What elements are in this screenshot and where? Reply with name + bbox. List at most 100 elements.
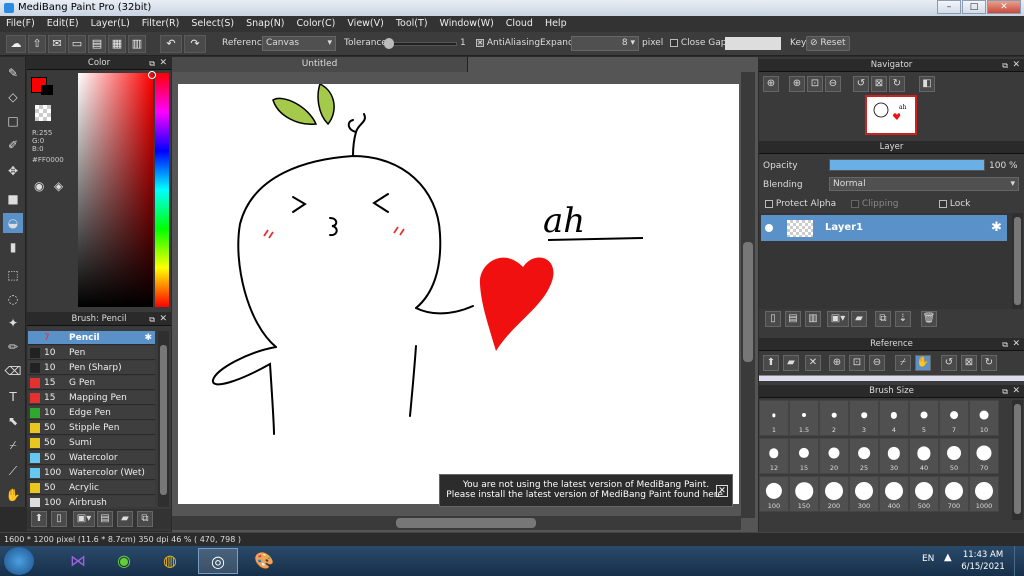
reference-folder-icon[interactable]: ▰ (783, 355, 799, 371)
secondary-color-swatch[interactable] (41, 85, 53, 95)
eyedropper-tool-icon[interactable]: ⌿ (3, 435, 23, 455)
comment-icon[interactable]: ✉ (48, 35, 66, 53)
reference-fit-icon[interactable]: ⊡ (849, 355, 865, 371)
brush-item[interactable]: 10 Pen (28, 346, 155, 360)
expand-stepper[interactable]: 8 ▾ (571, 36, 639, 51)
flip-icon[interactable]: ◧ (919, 76, 935, 92)
brush-item[interactable]: 15 G Pen (28, 376, 155, 390)
move-tool-icon[interactable]: ✥ (3, 161, 23, 181)
menu-layer[interactable]: Layer(L) (85, 16, 136, 32)
canvas[interactable]: ah (178, 82, 739, 504)
brush-size-option[interactable]: 4 (879, 400, 909, 436)
popout-icon[interactable]: ⧉ (149, 57, 155, 70)
brush-item[interactable]: 50 Acrylic (28, 481, 155, 495)
duplicate-layer-icon[interactable]: ⧉ (875, 311, 891, 327)
brush-item[interactable]: 50 Stipple Pen (28, 421, 155, 435)
layer-row[interactable]: Layer1 ✱ (761, 215, 1007, 241)
close-icon[interactable]: ✕ (159, 57, 167, 70)
blending-select[interactable]: Normal ▾ (829, 177, 1019, 191)
brush-size-option[interactable]: 300 (849, 476, 879, 512)
tolerance-slider-thumb[interactable] (384, 38, 394, 49)
operation-tool-icon[interactable]: ⬉ (3, 411, 23, 431)
navigator-preview[interactable]: ah (865, 95, 917, 135)
menu-view[interactable]: View(V) (341, 16, 389, 32)
reference-eyedropper-icon[interactable]: ⌿ (895, 355, 911, 371)
brush-size-option[interactable]: 12 (759, 438, 789, 474)
close-icon[interactable]: ✕ (1012, 385, 1020, 398)
show-desktop-button[interactable] (1014, 546, 1024, 576)
text-tool-icon[interactable]: T (3, 387, 23, 407)
medibang-icon[interactable]: ◎ (198, 548, 238, 574)
brush-item[interactable]: 100 Watercolor (Wet) (28, 466, 155, 480)
add-brush-icon[interactable]: ⬆ (31, 511, 47, 527)
popout-icon[interactable]: ⧉ (1002, 59, 1008, 72)
color-cursor[interactable] (148, 71, 156, 79)
menu-color[interactable]: Color(C) (291, 16, 342, 32)
cloud-icon[interactable]: ☁ (6, 35, 26, 53)
horizontal-scroll-thumb[interactable] (396, 518, 536, 528)
brush-settings-icon[interactable]: ▤ (97, 511, 113, 527)
close-icon[interactable]: ✕ (1012, 338, 1020, 351)
reset-button[interactable]: ⊘ Reset (806, 36, 850, 51)
brush-tool-icon[interactable]: ✎ (3, 63, 23, 83)
brush-size-option[interactable]: 5 (909, 400, 939, 436)
new-layer-icon[interactable]: ▯ (765, 311, 781, 327)
close-gaps-toggle[interactable]: Close Gaps (670, 38, 731, 48)
brush-size-option[interactable]: 70 (969, 438, 999, 474)
brush-size-option[interactable]: 500 (909, 476, 939, 512)
visual-studio-icon[interactable]: ⋈ (58, 548, 98, 574)
saturation-value-picker[interactable] (78, 73, 153, 307)
tolerance-slider[interactable] (385, 42, 457, 46)
add-menu-icon[interactable]: ▣▾ (73, 511, 95, 527)
close-gaps-slider[interactable] (725, 37, 781, 50)
language-indicator[interactable]: EN (922, 554, 934, 564)
reference-zoom-in-icon[interactable]: ⊕ (829, 355, 845, 371)
brush-size-option[interactable]: 50 (939, 438, 969, 474)
eye-icon[interactable] (765, 224, 773, 232)
rotate-left-icon[interactable]: ↺ (853, 76, 869, 92)
lock-toggle[interactable]: Lock (939, 199, 970, 209)
brush-size-option[interactable]: 1000 (969, 476, 999, 512)
select-eraser-tool-icon[interactable]: ⌫ (3, 361, 23, 381)
reference-close-icon[interactable]: ✕ (805, 355, 821, 371)
reference-view[interactable] (759, 375, 1024, 381)
layer-settings-gear-icon[interactable]: ✱ (991, 220, 1002, 235)
brush-item[interactable]: 50 Watercolor (28, 451, 155, 465)
new-8bit-layer-icon[interactable]: ▥ (805, 311, 821, 327)
zoom-fit-icon[interactable]: ⊕ (763, 76, 779, 92)
pen-tool-icon[interactable]: ✐ (3, 135, 23, 155)
brush-item[interactable]: 100 Airbrush (28, 496, 155, 507)
maximize-button[interactable]: □ (962, 0, 986, 14)
materials-icon[interactable]: ▦ (108, 35, 126, 53)
reference-select[interactable]: Canvas ▾ (262, 36, 336, 51)
reference-rotate-left-icon[interactable]: ↺ (941, 355, 957, 371)
brush-size-option[interactable]: 100 (759, 476, 789, 512)
brush-settings-gear-icon[interactable]: ✱ (144, 331, 152, 345)
close-icon[interactable]: ✕ (1012, 59, 1020, 72)
brush-size-option[interactable]: 150 (789, 476, 819, 512)
lasso-tool-icon[interactable]: ◌ (3, 289, 23, 309)
divide-tool-icon[interactable]: ⟋ (3, 461, 23, 481)
palette-add-icon[interactable]: ◈ (54, 179, 63, 193)
bucket-tool-icon[interactable]: ◒ (3, 213, 23, 233)
brush-item[interactable]: 50 Sumi (28, 436, 155, 450)
gradient-tool-icon[interactable]: ▮ (3, 237, 23, 257)
horizontal-scrollbar[interactable] (172, 516, 741, 530)
brush-list-scrollbar[interactable] (158, 331, 169, 507)
dot-tool-icon[interactable]: □ (3, 111, 23, 131)
hand-tool-icon[interactable]: ✋ (3, 485, 23, 505)
clipping-toggle[interactable]: Clipping (851, 199, 899, 209)
brush-size-option[interactable]: 25 (849, 438, 879, 474)
brush-item[interactable]: 10 Edge Pen (28, 406, 155, 420)
vertical-scrollbar[interactable] (741, 72, 755, 518)
brush-size-option[interactable]: 400 (879, 476, 909, 512)
popout-icon[interactable]: ⧉ (1002, 338, 1008, 351)
brush-size-option[interactable]: 20 (819, 438, 849, 474)
brush-size-option[interactable]: 15 (789, 438, 819, 474)
chat-icon[interactable]: ▭ (68, 35, 86, 53)
start-button[interactable] (4, 547, 34, 575)
notice-close-icon[interactable]: ✕ (716, 485, 728, 497)
menu-snap[interactable]: Snap(N) (240, 16, 290, 32)
layer-list-scrollbar[interactable] (1012, 213, 1023, 309)
brush-size-option[interactable]: 40 (909, 438, 939, 474)
